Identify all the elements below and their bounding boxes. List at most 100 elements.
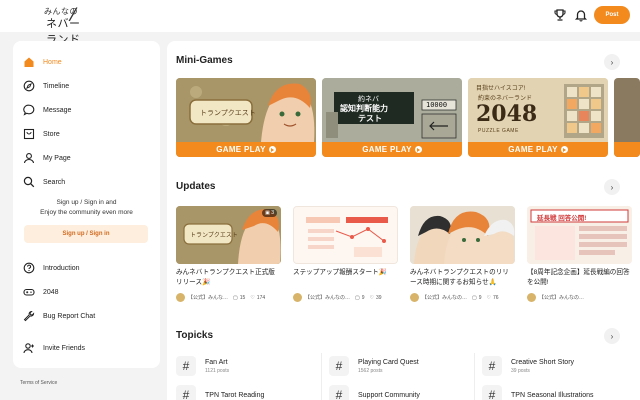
signup-signin-button[interactable]: Sign up / Sign in <box>24 225 148 243</box>
sidebar-item-timeline[interactable]: Timeline <box>23 77 153 95</box>
topick-item[interactable]: # Support Community <box>329 384 420 400</box>
sidebar-item-label: Store <box>43 130 60 138</box>
image-count-badge: ▣ 3 <box>262 209 277 217</box>
updates-next-button[interactable]: › <box>604 179 620 195</box>
chevron-right-icon: › <box>610 182 614 192</box>
game-play-label: GAME PLAY <box>216 145 266 154</box>
column-divider <box>321 353 322 400</box>
2048-art-text-1: 目指せハイスコア! <box>476 86 526 92</box>
game-play-button[interactable]: GAME PLAY <box>468 142 608 157</box>
sidebar-item-bug-report[interactable]: Bug Report Chat <box>23 307 153 325</box>
update-thumbnail <box>293 206 398 264</box>
topick-item[interactable]: # TPN Tarot Reading <box>176 384 264 400</box>
gamepad-icon <box>23 286 35 298</box>
update-thumbnail: トランプクエスト ▣ 3 <box>176 206 281 264</box>
home-icon <box>23 56 35 68</box>
sidebar-item-introduction[interactable]: Introduction <box>23 259 153 277</box>
avatar <box>410 293 419 302</box>
topick-item[interactable]: # Fan Art 1121 posts <box>176 355 229 377</box>
topick-post-count: 1562 posts <box>358 367 383 374</box>
minigame-card-partial[interactable] <box>614 78 640 157</box>
update-banner-text: 延長戦 回答公開! <box>537 215 587 222</box>
sidebar-item-label: Search <box>43 178 66 186</box>
compass-icon <box>23 80 35 92</box>
site-logo[interactable]: みんなの / ネバーランド <box>44 4 90 46</box>
user-icon <box>23 152 35 164</box>
invite-friends-label: Invite Friends <box>43 344 86 352</box>
chevron-right-icon: › <box>610 57 614 67</box>
hashtag-icon: # <box>482 385 502 400</box>
update-card[interactable]: 延長戦 回答公開! 【8周年記念企画】延長戦編の回答を公開! 【公式】みんなの… <box>527 206 632 302</box>
hashtag-icon: # <box>176 385 196 400</box>
topick-name: Support Community <box>358 391 420 399</box>
2048-art-text-4: PUZZLE GAME <box>478 128 519 134</box>
minigame-card-2048[interactable]: 目指せハイスコア! 約束のネバーランド 2048 PUZZLE GAME GAM… <box>468 78 608 157</box>
game-play-button-partial[interactable] <box>614 142 640 157</box>
heart-icon: ♡ <box>369 294 375 301</box>
terms-of-service-link[interactable]: Terms of Service <box>20 380 57 386</box>
sidebar-item-search[interactable]: Search <box>23 173 153 191</box>
like-count: 174 <box>256 294 266 301</box>
minigames-title: Mini-Games <box>176 55 233 66</box>
avatar <box>176 293 185 302</box>
cognitive-score: 10000 <box>426 101 448 109</box>
sidebar-item-message[interactable]: Message <box>23 101 153 119</box>
sidebar-item-home[interactable]: Home <box>23 53 153 71</box>
update-thumbnail <box>410 206 515 264</box>
minigame-card-trump-quest[interactable]: トランプクエスト GAME PLAY <box>176 78 316 157</box>
column-divider <box>474 353 475 400</box>
topick-post-count: 39 posts <box>511 367 530 374</box>
update-thumb-text: トランプクエスト <box>190 232 238 239</box>
signup-prompt: Sign up / Sign in and Enjoy the communit… <box>13 198 160 218</box>
topicks-title: Topicks <box>176 330 214 341</box>
update-author: 【公式】みんなの… <box>539 295 585 301</box>
comment-count: 9 <box>361 294 365 301</box>
update-meta: 【公式】みんなの… <box>527 293 632 302</box>
update-card[interactable]: みんネバトランプクエストのリリース時期に関するお知らせ🙏 【公式】みんなの… ▢… <box>410 206 515 302</box>
search-icon <box>23 176 35 188</box>
post-button[interactable]: Post <box>594 6 630 24</box>
play-icon <box>560 146 568 153</box>
topicks-next-button[interactable]: › <box>604 328 620 344</box>
update-author: 【公式】みんな… <box>188 295 229 301</box>
wrench-icon <box>23 310 35 322</box>
minigames-next-button[interactable]: › <box>604 54 620 70</box>
update-author: 【公式】みんなの… <box>305 295 351 301</box>
topick-item[interactable]: # TPN Seasonal Illustrations <box>482 384 593 400</box>
topick-item[interactable]: # Creative Short Story 39 posts <box>482 355 574 377</box>
2048-art-text-3: 2048 <box>476 101 538 127</box>
trophy-icon[interactable] <box>553 8 567 22</box>
sidebar-item-label: Timeline <box>43 82 70 90</box>
like-count: 76 <box>493 294 499 301</box>
cognitive-art-text-3: テスト <box>358 114 382 123</box>
add-user-icon <box>23 342 35 354</box>
update-meta: 【公式】みんなの… ▢ 9 ♡ 39 <box>293 293 398 302</box>
hashtag-icon: # <box>176 356 196 376</box>
update-title: みんネバトランプクエストのリリース時期に関するお知らせ🙏 <box>410 269 509 286</box>
sidebar-item-2048[interactable]: 2048 <box>23 283 153 301</box>
update-card[interactable]: トランプクエスト ▣ 3 みんネバトランプクエスト正式版リリース🎉 【公式】みん… <box>176 206 281 302</box>
heart-icon: ♡ <box>250 294 255 301</box>
hashtag-icon: # <box>482 356 502 376</box>
sidebar-item-label: Message <box>43 106 72 114</box>
minigame-card-cognitive-test[interactable]: 約ネバ 認知判断能力 テスト 10000 GAME PLAY <box>322 78 462 157</box>
sidebar-item-label: Bug Report Chat <box>43 312 96 320</box>
game-play-button[interactable]: GAME PLAY <box>322 142 462 157</box>
comment-icon: ▢ <box>355 294 360 301</box>
update-title: ステップアップ報酬スタート🎉 <box>293 269 387 276</box>
heart-icon: ♡ <box>486 294 492 301</box>
update-card[interactable]: ステップアップ報酬スタート🎉 【公式】みんなの… ▢ 9 ♡ 39 <box>293 206 398 302</box>
invite-friends-button[interactable]: Invite Friends <box>23 339 153 357</box>
chevron-right-icon: › <box>610 331 614 341</box>
signup-prompt-line-2: Enjoy the community even more <box>40 209 133 216</box>
topick-item[interactable]: # Playing Card Quest 1562 posts <box>329 355 419 377</box>
update-meta: 【公式】みんなの… ▢ 9 ♡ 76 <box>410 293 515 302</box>
game-play-button[interactable]: GAME PLAY <box>176 142 316 157</box>
topick-name: TPN Seasonal Illustrations <box>511 391 594 399</box>
sidebar-item-mypage[interactable]: My Page <box>23 149 153 167</box>
sidebar-item-label: Introduction <box>43 264 80 272</box>
sidebar-item-store[interactable]: Store <box>23 125 153 143</box>
bell-icon[interactable] <box>574 8 588 22</box>
update-author: 【公式】みんなの… <box>422 295 468 301</box>
sidebar-item-label: Home <box>43 58 62 66</box>
